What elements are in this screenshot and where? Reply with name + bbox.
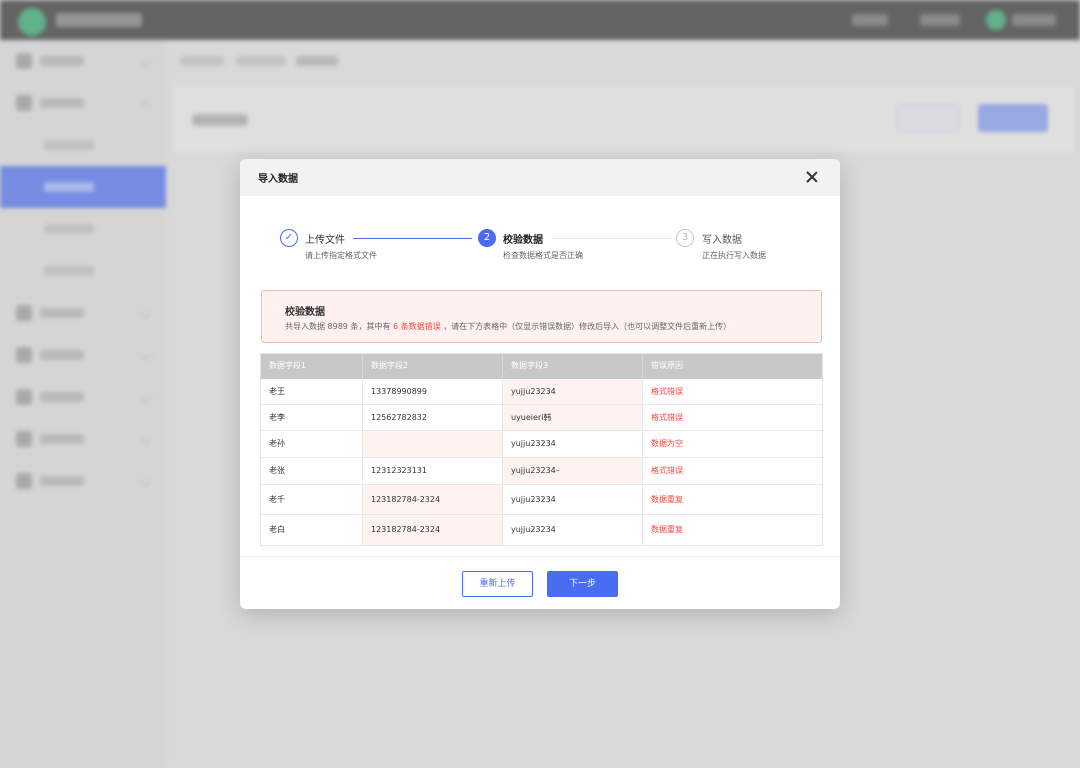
step-3-desc: 正在执行写入数据 — [702, 251, 766, 260]
alert-error-count: 6 条数据错误 — [393, 322, 441, 331]
alert-text-before: 共导入数据 8989 条，其中有 — [285, 322, 391, 331]
table-row: 老孙 yujju23234 数据为空 — [260, 431, 823, 458]
table-cell-error[interactable]: yujju23234 — [502, 379, 642, 404]
alert-message: 共导入数据 8989 条，其中有 6 条数据错误 ，请在下方表格中（仅显示错误数… — [285, 321, 731, 332]
column-header: 错误原因 — [642, 353, 823, 379]
alert-title: 校验数据 — [285, 307, 325, 318]
table-cell[interactable]: 12312323131 — [362, 458, 502, 484]
table-cell[interactable]: 13378990899 — [362, 379, 502, 404]
step-2-desc: 检查数据格式是否正确 — [503, 251, 583, 260]
table-row: 老千 123182784-2324 yujju23234 数据重复 — [260, 485, 823, 515]
error-reason: 格式错误 — [642, 379, 823, 404]
table-cell-error[interactable]: 123182784-2324 — [362, 515, 502, 545]
table-cell[interactable]: 老王 — [260, 379, 362, 404]
table-cell[interactable]: yujju23234 — [502, 515, 642, 545]
alert-text-after: ，请在下方表格中（仅显示错误数据）修改后导入（也可以调整文件后重新上传） — [443, 322, 732, 331]
table-cell-error[interactable]: yujju23234– — [502, 458, 642, 484]
step-3-title: 写入数据 — [702, 235, 742, 246]
table-cell[interactable]: 12562782832 — [362, 405, 502, 430]
reupload-button[interactable]: 重新上传 — [462, 571, 533, 597]
table-cell[interactable]: yujju23234 — [502, 431, 642, 457]
step-2-title: 校验数据 — [503, 235, 543, 246]
close-icon[interactable] — [802, 167, 822, 187]
check-icon: ✓ — [280, 229, 298, 247]
table-cell[interactable]: yujju23234 — [502, 485, 642, 514]
table-cell-error[interactable]: 123182784-2324 — [362, 485, 502, 514]
error-reason: 数据为空 — [642, 431, 823, 457]
table-cell-error[interactable]: uyueieri韩 — [502, 405, 642, 430]
table-cell[interactable]: 老孙 — [260, 431, 362, 457]
column-header: 数据字段2 — [362, 353, 502, 379]
step-3-number: 3 — [676, 229, 694, 247]
error-data-table: 数据字段1 数据字段2 数据字段3 错误原因 老王 13378990899 yu… — [260, 353, 823, 545]
table-cell[interactable]: 老千 — [260, 485, 362, 514]
step-2-number: 2 — [478, 229, 496, 247]
error-reason: 格式错误 — [642, 405, 823, 430]
step-1-title: 上传文件 — [305, 235, 345, 246]
dialog-title: 导入数据 — [258, 174, 298, 185]
import-data-dialog: 导入数据 ✓ 上传文件 请上传指定格式文件 2 校验数据 检查数据格式是否正确 … — [240, 159, 840, 609]
table-cell-error[interactable] — [362, 431, 502, 457]
error-reason: 格式错误 — [642, 458, 823, 484]
footer-divider — [240, 556, 840, 557]
dialog-header: 导入数据 — [240, 159, 840, 196]
table-header: 数据字段1 数据字段2 数据字段3 错误原因 — [260, 353, 823, 379]
validation-alert: 校验数据 共导入数据 8989 条，其中有 6 条数据错误 ，请在下方表格中（仅… — [261, 290, 822, 343]
step-1-desc: 请上传指定格式文件 — [305, 251, 377, 260]
column-header: 数据字段1 — [260, 353, 362, 379]
step-connector — [353, 238, 472, 239]
column-header: 数据字段3 — [502, 353, 642, 379]
error-reason: 数据重复 — [642, 485, 823, 514]
table-cell[interactable]: 老李 — [260, 405, 362, 430]
table-row: 老李 12562782832 uyueieri韩 格式错误 — [260, 405, 823, 431]
table-row: 老白 123182784-2324 yujju23234 数据重复 — [260, 515, 823, 545]
table-cell[interactable]: 老张 — [260, 458, 362, 484]
table-cell[interactable]: 老白 — [260, 515, 362, 545]
table-row: 老王 13378990899 yujju23234 格式错误 — [260, 379, 823, 405]
table-row: 老张 12312323131 yujju23234– 格式错误 — [260, 458, 823, 485]
step-connector — [552, 238, 672, 239]
next-step-button[interactable]: 下一步 — [547, 571, 618, 597]
error-reason: 数据重复 — [642, 515, 823, 545]
